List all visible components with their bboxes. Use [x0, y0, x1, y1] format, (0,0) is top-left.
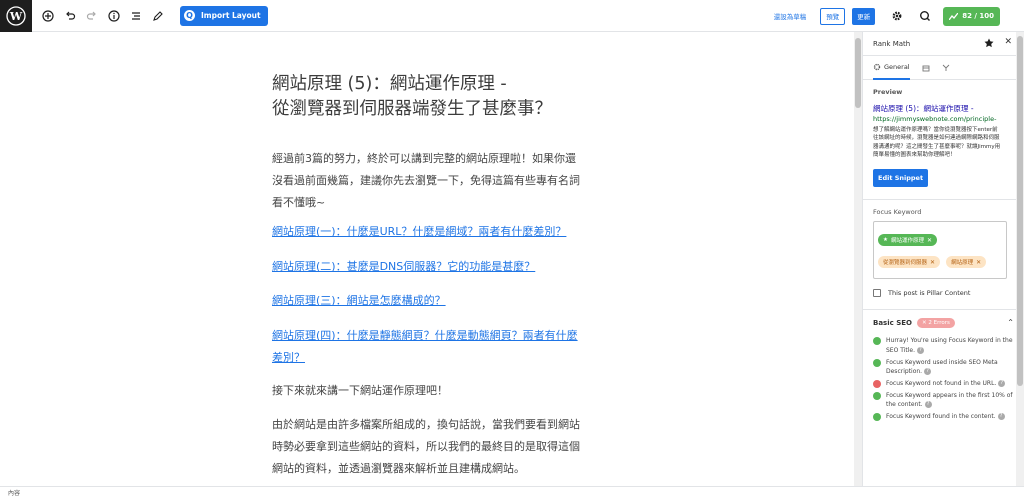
- schema-icon: [942, 64, 949, 71]
- sidebar-scrollbar[interactable]: [1016, 32, 1024, 486]
- seo-check-text: Focus Keyword used inside SEO Meta Descr…: [886, 358, 998, 376]
- focus-keyword-label: Focus Keyword: [873, 208, 922, 217]
- footer-status[interactable]: 內容: [8, 490, 20, 497]
- snippet-url: https://jimmyswebnote.com/principle-: [873, 115, 997, 123]
- keyword-tag-secondary[interactable]: 從瀏覽器到伺服器 ✕: [878, 256, 941, 269]
- keyword-tag-label: 從瀏覽器到伺服器: [883, 260, 928, 267]
- star-icon[interactable]: [984, 38, 994, 50]
- check-pass-icon: [873, 337, 881, 346]
- basic-seo-section: Basic SEO ✕ 2 Errors ⌃ Hurray! You're us…: [863, 310, 1024, 422]
- editor-scrollbar-thumb[interactable]: [855, 38, 861, 108]
- preview-label: Preview: [873, 88, 903, 96]
- paragraph-intro[interactable]: 經過前3篇的努力，終於可以講到完整的網站原理啦！如果你還沒看過前面幾篇，建議你先…: [272, 148, 582, 214]
- check-pass-icon: [873, 391, 881, 400]
- pillar-content-checkbox-row[interactable]: This post is Pillar Content: [873, 289, 1014, 298]
- sidebar-scrollbar-thumb[interactable]: [1017, 36, 1023, 386]
- help-icon[interactable]: ?: [916, 346, 924, 354]
- tab-general[interactable]: General: [873, 56, 910, 80]
- basic-seo-label: Basic SEO: [873, 319, 912, 328]
- post-title-line-2: 從瀏覽器到伺服器端發生了甚麼事？: [272, 99, 552, 119]
- editor-app: W Q Import Layout 還設為草稿 預覽 更新 82 / 100 網…: [0, 0, 1024, 500]
- tab-general-label: General: [884, 62, 910, 71]
- keyword-star-icon: ★: [883, 237, 888, 244]
- seo-check-item: Focus Keyword not found in the URL. ?: [873, 379, 1014, 389]
- quick-search-icon[interactable]: [914, 5, 936, 27]
- rank-math-sidebar: Rank Math ✕ General Preview 網站原理 (5)：網站運…: [862, 32, 1024, 486]
- score-value: 82 / 100: [962, 12, 994, 20]
- edit-snippet-button[interactable]: Edit Snippet: [873, 169, 929, 188]
- import-layout-button[interactable]: Q Import Layout: [180, 5, 268, 26]
- help-icon[interactable]: ?: [998, 380, 1006, 387]
- seo-check-item: Hurray! You're using Focus Keyword in th…: [873, 336, 1014, 355]
- sidebar-title: Rank Math: [873, 39, 911, 48]
- check-fail-icon: [873, 380, 881, 388]
- remove-keyword-icon[interactable]: ✕: [930, 259, 935, 266]
- score-chart-icon: [949, 12, 959, 20]
- seo-check-item: Focus Keyword appears in the first 10% o…: [873, 391, 1014, 410]
- keyword-tag-label: 網站運作原理: [890, 238, 924, 245]
- tab-advanced[interactable]: [922, 56, 930, 80]
- seo-check-text: Focus Keyword not found in the URL.: [886, 380, 997, 387]
- info-icon[interactable]: [103, 5, 124, 27]
- undo-icon[interactable]: [59, 5, 80, 27]
- redo-icon[interactable]: [81, 5, 102, 27]
- preview-section: Preview 網站原理 (5)：網站運作原理 - https://jimmys…: [863, 80, 1024, 188]
- link-principle-4[interactable]: 網站原理(四)：什麼是靜態網頁？什麼是動態網頁？兩者有什麼差別？: [272, 325, 582, 369]
- help-icon[interactable]: ?: [924, 368, 932, 376]
- top-toolbar: W Q Import Layout 還設為草稿 預覽 更新 82 / 100: [0, 0, 1024, 32]
- seo-check-item: Focus Keyword used inside SEO Meta Descr…: [873, 358, 1014, 377]
- help-icon[interactable]: ?: [997, 413, 1005, 421]
- edit-pencil-icon[interactable]: [147, 5, 168, 27]
- seo-check-text: Hurray! You're using Focus Keyword in th…: [886, 337, 1013, 354]
- basic-seo-header[interactable]: Basic SEO ✕ 2 Errors ⌃: [873, 318, 1014, 329]
- seo-check-text: Focus Keyword appears in the first 10% o…: [886, 391, 1013, 409]
- post-title[interactable]: 網站原理 (5)：網站運作原理 - 從瀏覽器到伺服器端發生了甚麼事？: [272, 72, 592, 122]
- editor-canvas: 網站原理 (5)：網站運作原理 - 從瀏覽器到伺服器端發生了甚麼事？ 經過前3篇…: [0, 32, 858, 486]
- link-principle-1[interactable]: 網站原理(一)：什麼是URL？什麼是網域？兩者有什麼差別？: [272, 221, 582, 243]
- sidebar-tabs: General: [863, 56, 1024, 80]
- remove-keyword-icon[interactable]: ✕: [927, 237, 932, 244]
- gear-icon: [873, 63, 881, 70]
- pillar-content-checkbox[interactable]: [873, 289, 881, 298]
- seo-check-item: Focus Keyword found in the content. ?: [873, 412, 1014, 422]
- tab-schema[interactable]: [942, 56, 950, 80]
- update-button[interactable]: 更新: [852, 7, 876, 25]
- keyword-tag-primary[interactable]: ★ 網站運作原理 ✕: [878, 234, 937, 247]
- close-icon[interactable]: ✕: [1004, 37, 1012, 47]
- seo-check-text: Focus Keyword found in the content.: [886, 413, 996, 421]
- switch-to-draft-link[interactable]: 還設為草稿: [774, 11, 807, 21]
- remove-keyword-icon[interactable]: ✕: [976, 259, 981, 266]
- paragraph-explanation[interactable]: 由於網站是由許多檔案所組成的，換句話說，當我們要看到網站時勢必要拿到這些網站的資…: [272, 414, 582, 480]
- breadcrumb-footer: 內容: [0, 486, 1024, 500]
- wordpress-logo-icon[interactable]: W: [0, 0, 32, 32]
- sidebar-header: Rank Math ✕: [863, 32, 1024, 56]
- editor-scrollbar[interactable]: [854, 32, 862, 486]
- post-title-line-1: 網站原理 (5)：網站運作原理 -: [272, 74, 507, 94]
- focus-keyword-input[interactable]: ★ 網站運作原理 ✕ 從瀏覽器到伺服器 ✕ 網站原理 ✕: [873, 221, 1007, 280]
- settings-gear-icon[interactable]: [886, 5, 908, 27]
- list-view-icon[interactable]: [125, 5, 146, 27]
- errors-badge: ✕ 2 Errors: [917, 318, 955, 329]
- snippet-title[interactable]: 網站原理 (5)：網站運作原理 -: [873, 104, 1014, 114]
- keyword-tag-secondary[interactable]: 網站原理 ✕: [946, 256, 987, 269]
- add-block-icon[interactable]: [37, 5, 58, 27]
- snippet-description: 想了解網站運作原理嗎？當你從瀏覽器按下enter前往該網址的時候，瀏覽器是如何連…: [873, 127, 1001, 158]
- paragraph-lead-in[interactable]: 接下來就來講一下網站運作原理吧！: [272, 380, 582, 402]
- import-layout-label: Import Layout: [201, 11, 261, 20]
- focus-keyword-section: Focus Keyword ★ 網站運作原理 ✕ 從瀏覽器到伺服器 ✕ 網站原理…: [863, 200, 1024, 298]
- link-principle-3[interactable]: 網站原理(三)：網站是怎麼構成的？: [272, 290, 582, 312]
- pillar-content-label: This post is Pillar Content: [888, 289, 971, 298]
- chevron-up-icon[interactable]: ⌃: [1007, 318, 1014, 327]
- rank-math-score-button[interactable]: 82 / 100: [943, 6, 1000, 26]
- check-pass-icon: [873, 413, 881, 422]
- link-principle-2[interactable]: 網站原理(二)：甚麼是DNS伺服器？它的功能是甚麼？: [272, 256, 582, 278]
- briefcase-icon: [922, 65, 930, 71]
- check-pass-icon: [873, 358, 881, 367]
- import-layout-icon: Q: [184, 10, 195, 21]
- preview-button[interactable]: 預覽: [820, 7, 846, 25]
- help-icon[interactable]: ?: [924, 401, 932, 409]
- svg-text:W: W: [9, 10, 23, 23]
- keyword-tag-label: 網站原理: [951, 260, 974, 267]
